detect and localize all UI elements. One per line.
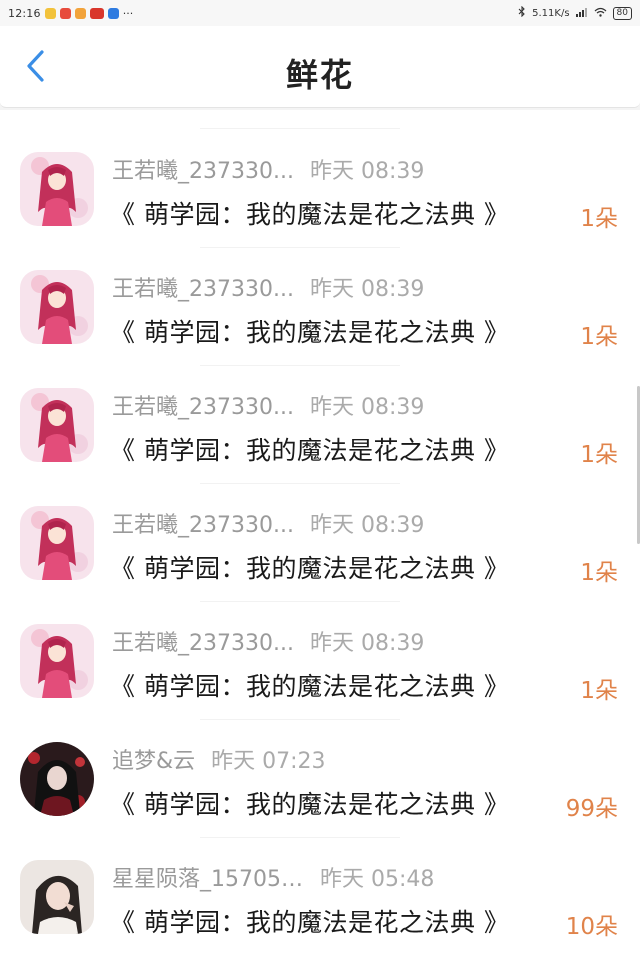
more-notifications-indicator: ··· [122,6,134,20]
gift-time: 昨天 07:23 [211,749,326,774]
user-avatar[interactable] [20,270,94,344]
divider [200,128,400,129]
weibo-notification-icon-2 [74,7,86,19]
book-title[interactable]: 《 萌学园：我的魔法是花之法典 》 [110,549,509,585]
username[interactable]: 王若曦_237330... [112,271,294,303]
flower-count: 1朵 [580,324,618,350]
user-avatar[interactable] [20,152,94,226]
divider [200,601,400,602]
divider [200,247,400,248]
book-title[interactable]: 《 萌学园：我的魔法是花之法典 》 [110,785,509,821]
gift-row[interactable]: 王若曦_237330... 昨天 08:39 《 萌学园：我的魔法是花之法典 》 … [0,131,640,249]
book-title[interactable]: 《 萌学园：我的魔法是花之法典 》 [110,431,509,467]
user-avatar[interactable] [20,506,94,580]
gift-time: 昨天 05:48 [320,867,435,892]
message-notification-icon [107,7,119,19]
gift-time: 昨天 08:39 [309,395,425,420]
book-title[interactable]: 《 萌学园：我的魔法是花之法典 》 [110,667,509,703]
flower-count: 1朵 [580,560,618,586]
status-time: 12:16 [8,6,41,20]
network-speed: 5.11K/s [532,7,570,19]
username[interactable]: 王若曦_237330... [112,389,294,421]
gift-row[interactable]: 王若曦_237330... 昨天 08:39 《 萌学园：我的魔法是花之法典 》 … [0,485,640,603]
gift-time: 昨天 08:39 [309,631,425,656]
divider [200,837,400,838]
book-title[interactable]: 《 萌学园：我的魔法是花之法典 》 [110,313,509,349]
username[interactable]: 追梦&云 [112,743,195,775]
user-avatar[interactable] [20,860,94,934]
flower-gift-list[interactable]: 王若曦_237330... 昨天 08:39 《 萌学园：我的魔法是花之法典 》 … [0,110,640,974]
flower-count: 99朵 [565,796,618,822]
username[interactable]: 王若曦_237330... [112,153,294,185]
status-bar: 12:16 ··· 5.11K/s 80 [0,0,640,26]
gift-row[interactable]: 追梦&云 昨天 07:23 《 萌学园：我的魔法是花之法典 》 99朵 [0,721,640,839]
signal-icon [575,7,588,20]
gift-time: 昨天 08:39 [309,277,425,302]
username[interactable]: 王若曦_237330... [112,507,294,539]
news-notification-icon [89,7,104,19]
book-title[interactable]: 《 萌学园：我的魔法是花之法典 》 [110,195,509,231]
divider [200,719,400,720]
flower-count: 1朵 [580,678,618,704]
gift-time: 昨天 08:39 [309,159,425,184]
username[interactable]: 星星陨落_157056... [112,861,304,893]
gift-time: 昨天 08:39 [309,513,425,538]
gift-row[interactable]: 星星陨落_157056... 昨天 05:48 《 萌学园：我的魔法是花之法典 》… [0,839,640,957]
user-avatar[interactable] [20,388,94,462]
header-bar: 鲜花 [0,26,640,108]
flower-count: 1朵 [580,206,618,232]
app-notification-icon [59,7,71,19]
divider [200,365,400,366]
user-avatar[interactable] [20,624,94,698]
gift-row[interactable]: 王若曦_237330... 昨天 08:39 《 萌学园：我的魔法是花之法典 》 … [0,603,640,721]
divider [200,483,400,484]
flower-count: 1朵 [580,442,618,468]
page-title: 鲜花 [285,56,354,94]
bluetooth-icon [518,5,526,20]
weibo-notification-icon [44,7,56,19]
battery-indicator: 80 [612,6,632,20]
gift-row[interactable]: 王若曦_237330... 昨天 08:39 《 萌学园：我的魔法是花之法典 》 … [0,249,640,367]
username[interactable]: 王若曦_237330... [112,625,294,657]
flower-count: 10朵 [565,914,618,940]
user-avatar[interactable] [20,742,94,816]
gift-row[interactable]: 王若曦_237330... 昨天 08:39 《 萌学园：我的魔法是花之法典 》 … [0,367,640,485]
wifi-icon [594,7,607,20]
book-title[interactable]: 《 萌学园：我的魔法是花之法典 》 [110,903,509,939]
